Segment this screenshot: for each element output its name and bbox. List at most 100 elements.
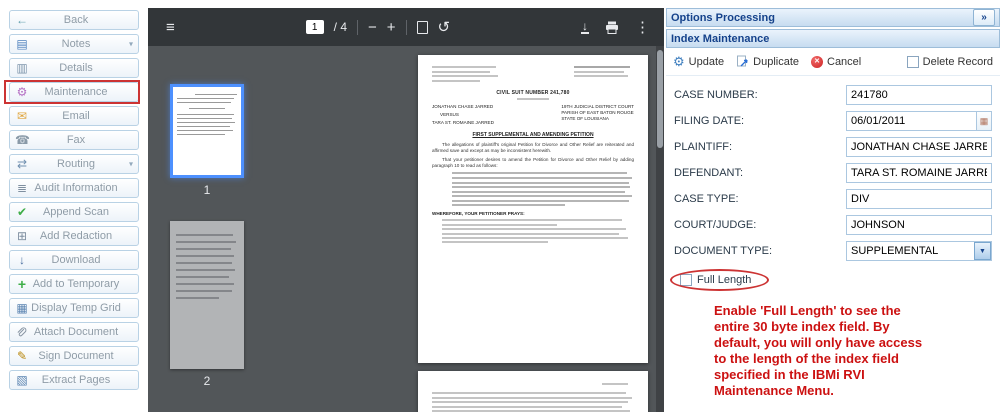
viewer-scrollbar — [656, 46, 664, 412]
document-title: FIRST SUPPLEMENTAL AND AMENDING PETITION — [472, 131, 594, 138]
sidebar-item-append-scan[interactable]: ✔ Append Scan — [9, 202, 139, 222]
sidebar-item-label: Append Scan — [42, 206, 110, 218]
sidebar: ← Back ▤ Notes ▾ ▥ Details ⚙ Maintenance… — [0, 10, 148, 394]
scrollbar-thumb[interactable] — [657, 50, 663, 148]
thumbnail-page-1[interactable] — [170, 84, 244, 178]
sidebar-item-attach-document[interactable]: Attach Document — [9, 322, 139, 342]
green-plus-icon: + — [17, 276, 27, 292]
sidebar-item-back[interactable]: ← Back — [9, 10, 139, 30]
document-quoted-paragraph — [452, 172, 634, 207]
field-label: DEFENDANT: — [674, 167, 744, 179]
document-division-line — [517, 97, 549, 100]
thumbnail-page-2[interactable] — [170, 221, 244, 369]
sidebar-item-label: Extract Pages — [41, 374, 111, 386]
page-controls: / 4 − + ↺ — [175, 19, 581, 35]
document-header-lines — [432, 64, 634, 84]
document-caption: JONATHAN CHASE JARRED VERSUS TARA ST. RO… — [432, 103, 634, 125]
more-options-icon[interactable]: ⋮ — [635, 20, 650, 35]
note-icon: ▤ — [16, 37, 28, 51]
delete-record-toggle[interactable]: Delete Record — [906, 55, 993, 68]
sidebar-item-audit-information[interactable]: ≣ Audit Information — [9, 178, 139, 198]
pdf-viewer: ≡ / 4 − + ↺ ↓ ⋮ — [148, 8, 664, 412]
sidebar-item-maintenance[interactable]: ⚙ Maintenance — [4, 80, 140, 104]
toolbar-divider — [405, 19, 407, 35]
print-icon[interactable] — [605, 21, 619, 34]
paperclip-icon — [15, 326, 29, 338]
sidebar-item-label: Add Redaction — [39, 230, 113, 242]
sidebar-item-label: Add to Temporary — [32, 278, 120, 290]
zoom-out-icon[interactable]: − — [368, 20, 377, 35]
filing-date-field[interactable] — [846, 111, 992, 131]
page-count-label: / 4 — [333, 20, 347, 34]
calendar-icon[interactable]: ▦ — [976, 112, 991, 130]
field-label: CASE TYPE: — [674, 193, 739, 205]
fax-icon: ☎ — [15, 133, 30, 147]
form-row: DEFENDANT: — [674, 160, 992, 186]
sidebar-item-add-to-temporary[interactable]: + Add to Temporary — [9, 274, 139, 294]
sidebar-item-sign-document[interactable]: ✎ Sign Document — [9, 346, 139, 366]
field-label: DOCUMENT TYPE: — [674, 245, 772, 257]
extract-page-icon: ▧ — [16, 373, 28, 387]
collapse-panel-icon[interactable]: » — [973, 9, 995, 26]
green-check-icon: ✔ — [16, 205, 28, 219]
sidebar-item-label: Routing — [57, 158, 95, 170]
sidebar-item-label: Download — [51, 254, 101, 266]
field-label: PLAINTIFF: — [674, 141, 733, 153]
grid-icon: ▦ — [16, 301, 28, 315]
sidebar-item-label: Maintenance — [44, 86, 108, 98]
details-icon: ▥ — [16, 61, 28, 75]
download-icon[interactable]: ↓ — [581, 20, 589, 34]
delete-record-label: Delete Record — [922, 55, 993, 68]
sidebar-item-extract-pages[interactable]: ▧ Extract Pages — [9, 370, 139, 390]
dropdown-arrow-icon[interactable]: ▼ — [974, 242, 991, 260]
field-label: CASE NUMBER: — [674, 89, 758, 101]
sidebar-item-add-redaction[interactable]: ⊞ Add Redaction — [9, 226, 139, 246]
full-length-label: Full Length — [697, 274, 752, 286]
sidebar-item-details[interactable]: ▥ Details — [9, 58, 139, 78]
panel-title: Options Processing — [671, 11, 775, 24]
back-arrow-icon: ← — [16, 13, 28, 27]
document-page-1: CIVIL SUIT NUMBER 241,780 JONATHAN CHASE… — [418, 55, 648, 363]
red-x-circle-icon: ✕ — [811, 55, 823, 68]
zoom-in-icon[interactable]: + — [387, 20, 396, 35]
options-processing-header: Options Processing » — [666, 8, 1000, 27]
case-type-field[interactable] — [846, 189, 992, 209]
update-button[interactable]: ⚙ Update — [673, 55, 724, 68]
pdf-toolbar: ≡ / 4 − + ↺ ↓ ⋮ — [148, 8, 664, 46]
page-number-input[interactable] — [305, 20, 324, 34]
court-judge-field[interactable] — [846, 215, 992, 235]
full-length-checkbox[interactable] — [680, 274, 692, 286]
sidebar-item-display-temp-grid[interactable]: ▦ Display Temp Grid — [9, 298, 139, 318]
sidebar-item-label: Attach Document — [33, 326, 119, 338]
form-row: CASE NUMBER: — [674, 82, 992, 108]
plaintiff-field[interactable] — [846, 137, 992, 157]
thumbnail-page-number: 2 — [203, 374, 211, 388]
sidebar-item-notes[interactable]: ▤ Notes ▾ — [9, 34, 139, 54]
document-suit-number: CIVIL SUIT NUMBER 241,780 — [496, 89, 570, 96]
thumbnail-page-number: 1 — [203, 183, 211, 197]
menu-icon[interactable]: ≡ — [166, 20, 175, 35]
sidebar-item-routing[interactable]: ⇄ Routing ▾ — [9, 154, 139, 174]
sidebar-item-email[interactable]: ✉ Email — [9, 106, 139, 126]
document-prayer-list — [442, 219, 634, 244]
full-length-toggle[interactable]: Full Length — [670, 269, 770, 291]
cancel-button[interactable]: ✕ Cancel — [811, 55, 861, 68]
document-page-2 — [418, 371, 648, 412]
fit-to-page-icon[interactable] — [416, 20, 428, 34]
form-row: CASE TYPE: — [674, 186, 992, 212]
sidebar-item-label: Notes — [61, 38, 91, 50]
index-toolbar: ⚙ Update Duplicate ✕ Cancel Delete Recor… — [666, 48, 1000, 76]
defendant-field[interactable] — [846, 163, 992, 183]
duplicate-button[interactable]: Duplicate — [736, 55, 799, 68]
sidebar-item-download[interactable]: ↓ Download — [9, 250, 139, 270]
document-prayer-heading: WHEREFORE, YOUR PETITIONER PRAYS: — [432, 211, 525, 217]
index-form: CASE NUMBER: FILING DATE: ▦ PLAINTIFF: D… — [666, 76, 1000, 264]
delete-record-checkbox[interactable] — [906, 55, 919, 68]
sidebar-item-fax[interactable]: ☎ Fax — [9, 130, 139, 150]
chevron-down-icon: ▾ — [128, 159, 133, 169]
rotate-icon[interactable]: ↺ — [438, 20, 451, 35]
document-type-select[interactable] — [846, 241, 992, 261]
sidebar-item-label: Email — [62, 110, 90, 122]
case-number-field[interactable] — [846, 85, 992, 105]
audit-list-icon: ≣ — [16, 181, 28, 195]
